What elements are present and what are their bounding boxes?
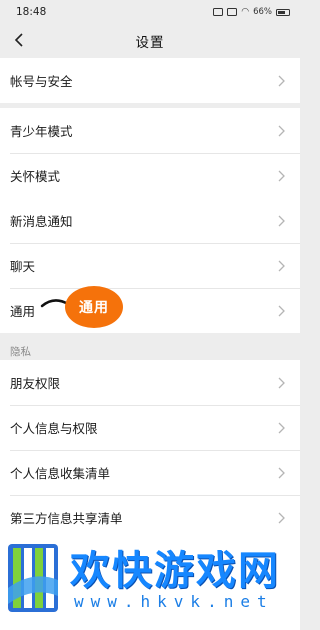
settings-item-youth-mode[interactable]: 青少年模式 [0, 108, 300, 153]
settings-item-friend-permissions[interactable]: 朋友权限 [0, 360, 300, 405]
watermark-title: 欢快游戏网 [70, 548, 280, 594]
settings-item-notifications[interactable]: 新消息通知 [0, 198, 300, 243]
settings-item-label: 聊天 [10, 259, 36, 274]
watermark-url: www.hkvk.net [74, 592, 274, 611]
settings-item-personal-info-collection[interactable]: 个人信息收集清单 [0, 450, 300, 495]
settings-item-label: 朋友权限 [10, 376, 61, 391]
chevron-right-icon [278, 260, 288, 272]
chevron-right-icon [278, 125, 288, 137]
notification-icon [213, 8, 224, 16]
chevron-right-icon [278, 215, 288, 227]
settings-item-label: 新消息通知 [10, 214, 73, 229]
settings-item-label: 青少年模式 [10, 124, 73, 139]
nav-bar: 设置 [0, 24, 300, 58]
settings-item-chat[interactable]: 聊天 [0, 243, 300, 288]
page-title: 设置 [135, 35, 165, 51]
settings-item-label: 关怀模式 [10, 169, 61, 184]
chevron-right-icon [278, 377, 288, 389]
annotation-bubble: 通用 [65, 286, 123, 328]
settings-item-label: 帐号与安全 [10, 74, 73, 89]
settings-item-label: 个人信息与权限 [10, 421, 98, 436]
chevron-right-icon [278, 422, 288, 434]
status-time: 18:48 [16, 6, 47, 18]
battery-percent: 66% [253, 7, 272, 17]
settings-item-label: 个人信息收集清单 [10, 466, 111, 481]
chevron-right-icon [278, 75, 288, 87]
back-arrow-icon[interactable] [8, 29, 30, 51]
settings-item-label: 第三方信息共享清单 [10, 511, 123, 526]
chevron-right-icon [278, 467, 288, 479]
settings-item-personal-info-permissions[interactable]: 个人信息与权限 [0, 405, 300, 450]
settings-item-account-security[interactable]: 帐号与安全 [0, 58, 300, 103]
settings-group-modes: 青少年模式 关怀模式 [0, 108, 300, 198]
watermark-banner: 欢快游戏网 www.hkvk.net [0, 530, 300, 630]
status-bar: 18:48 ◠ 66% [0, 0, 300, 24]
wifi-icon: ◠ [241, 7, 250, 17]
settings-item-care-mode[interactable]: 关怀模式 [0, 153, 300, 198]
settings-item-label: 通用 [10, 304, 36, 319]
chevron-right-icon [278, 170, 288, 182]
battery-icon [276, 8, 290, 16]
chevron-right-icon [278, 512, 288, 524]
signal-icon [227, 8, 238, 16]
chevron-right-icon [278, 305, 288, 317]
section-label-privacy: 隐私 [10, 346, 31, 358]
site-logo-icon [8, 544, 58, 612]
settings-group-account: 帐号与安全 [0, 58, 300, 103]
settings-group-privacy: 朋友权限 个人信息与权限 个人信息收集清单 第三方信息共享清单 [0, 360, 300, 540]
tutorial-annotation: 通用 [40, 286, 130, 330]
status-icons: ◠ 66% [213, 7, 290, 17]
